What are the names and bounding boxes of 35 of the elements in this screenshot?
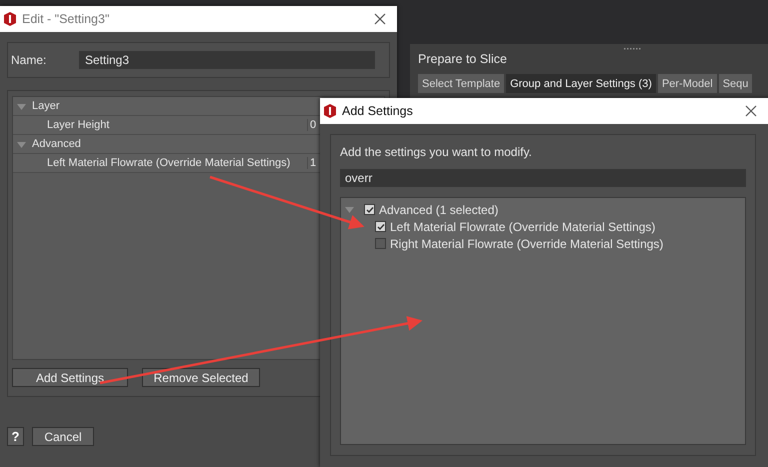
setting-name[interactable]: Left Material Flowrate (Override Material Settings): [13, 157, 307, 169]
drag-handle-icon[interactable]: [624, 48, 642, 51]
collapse-triangle-icon[interactable]: [17, 102, 26, 110]
tab[interactable]: Sequ: [718, 74, 752, 93]
name-field[interactable]: Setting3: [79, 51, 375, 69]
app-logo-icon: [4, 12, 16, 26]
panel-title: Prepare to Slice: [418, 52, 508, 66]
collapse-triangle-icon[interactable]: [17, 140, 26, 148]
setting-value: 0: [307, 119, 316, 131]
tab[interactable]: Per-Model: [658, 74, 717, 93]
tab[interactable]: Group and Layer Settings (3): [506, 74, 656, 93]
window-title: Edit - "Setting3": [22, 12, 110, 26]
setting-label: Left Material Flowrate (Override Material Settings): [390, 220, 656, 234]
tab[interactable]: Select Template: [418, 74, 504, 93]
help-button[interactable]: ?: [7, 427, 24, 446]
instruction-text: Add the settings you want to modify.: [339, 145, 533, 159]
checkbox[interactable]: [375, 238, 386, 249]
checkbox[interactable]: [375, 221, 386, 232]
close-button[interactable]: [373, 12, 387, 26]
search-field[interactable]: overr: [340, 169, 746, 187]
remove-selected-button[interactable]: Remove Selected: [142, 368, 260, 387]
setting-name[interactable]: Layer Height: [13, 119, 307, 131]
tree-category[interactable]: Layer: [32, 100, 60, 112]
collapse-triangle-icon[interactable]: [345, 205, 354, 214]
tree-category[interactable]: Advanced: [32, 138, 81, 150]
close-button[interactable]: [744, 104, 758, 118]
cancel-button[interactable]: Cancel: [32, 427, 94, 446]
setting-label: Right Material Flowrate (Override Material Settings): [390, 236, 664, 250]
app-logo-icon: [324, 104, 336, 118]
add-settings-button[interactable]: Add Settings: [12, 368, 128, 387]
checkbox[interactable]: [364, 204, 375, 215]
name-label: Name:: [11, 53, 48, 67]
setting-value: 1: [307, 157, 316, 169]
category-label: Advanced (1 selected): [379, 202, 498, 216]
window-title: Add Settings: [342, 104, 414, 118]
